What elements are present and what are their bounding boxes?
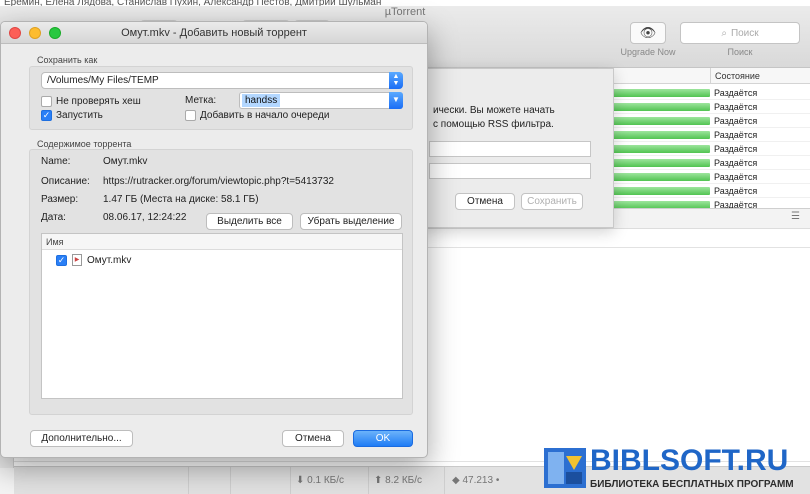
- progress-bar: [610, 117, 710, 125]
- progress-bar: [610, 173, 710, 181]
- ok-button[interactable]: OK: [353, 430, 413, 447]
- name-label: Name:: [41, 156, 71, 167]
- torrent-state: Раздаётся: [714, 116, 758, 126]
- rss-dialog: ически. Вы можете начать с помощью RSS ф…: [420, 68, 614, 228]
- description-value: https://rutracker.org/forum/viewtopic.ph…: [103, 176, 334, 187]
- torrent-state: Раздаётся: [714, 144, 758, 154]
- file-row[interactable]: ✓ ▶ Омут.mkv: [56, 254, 131, 266]
- progress-bar: [610, 145, 710, 153]
- progress-bar: [610, 131, 710, 139]
- torrent-state: Раздаётся: [714, 186, 758, 196]
- watermark-name: BIBLSOFT.RU: [590, 444, 789, 477]
- torrent-state: Раздаётся: [714, 130, 758, 140]
- name-value: Омут.mkv: [103, 156, 148, 167]
- progress-bar: [610, 187, 710, 195]
- progress-bar: [610, 103, 710, 111]
- progress-bar: [610, 89, 710, 97]
- dialog-titlebar: Омут.mkv - Добавить новый торрент: [1, 22, 427, 44]
- column-state[interactable]: Состояние: [710, 68, 760, 84]
- upgrade-button[interactable]: 👁: [630, 22, 666, 44]
- download-speed: ⬇ 0.1 КБ/с: [296, 475, 345, 486]
- file-list: Имя ✓ ▶ Омут.mkv: [41, 233, 403, 399]
- torrent-state: Раздаётся: [714, 88, 758, 98]
- description-label: Описание:: [41, 176, 90, 187]
- label-value: handss: [242, 94, 281, 107]
- size-label: Размер:: [41, 194, 79, 205]
- checkbox-box: [41, 96, 52, 107]
- video-file-icon: ▶: [72, 254, 82, 266]
- divider: [368, 467, 369, 494]
- torrent-state: Раздаётся: [714, 172, 758, 182]
- add-top-queue-checkbox[interactable]: Добавить в начало очереди: [185, 110, 329, 121]
- checkbox-box: [185, 110, 196, 121]
- cancel-button[interactable]: Отмена: [282, 430, 344, 447]
- rss-text-line-1: ически. Вы можете начать: [433, 105, 555, 116]
- rss-input[interactable]: [429, 141, 591, 157]
- no-hash-check-label: Не проверять хеш: [56, 96, 141, 107]
- search-placeholder: Поиск: [730, 27, 759, 39]
- chevron-updown-icon: ▲ ▼: [389, 72, 403, 89]
- biblsoft-logo-icon: [544, 448, 586, 488]
- file-checkbox[interactable]: ✓: [56, 254, 67, 266]
- date-value: 08.06.17, 12:24:22: [103, 212, 187, 223]
- watermark: BIBLSOFT.RU БИБЛИОТЕКА БЕСПЛАТНЫХ ПРОГРА…: [544, 444, 806, 492]
- menu-icon[interactable]: ☰: [791, 211, 800, 222]
- save-path-select[interactable]: /Volumes/My Files/TEMP ▲ ▼: [41, 72, 403, 89]
- torrent-state: Раздаётся: [714, 158, 758, 168]
- rss-text-line-2: с помощью RSS фильтра.: [433, 119, 554, 130]
- upload-speed: ⬆ 8.2 КБ/с: [374, 475, 423, 486]
- rss-input[interactable]: [429, 163, 591, 179]
- label-caption: Метка:: [185, 95, 217, 106]
- add-torrent-dialog: Омут.mkv - Добавить новый торрент Сохран…: [0, 21, 428, 458]
- file-list-header[interactable]: Имя: [42, 234, 402, 250]
- upgrade-group: 👁 Upgrade Now: [612, 22, 684, 57]
- save-as-label: Сохранить как: [37, 55, 98, 65]
- add-top-queue-label: Добавить в начало очереди: [200, 110, 330, 121]
- rss-cancel-button[interactable]: Отмена: [455, 193, 515, 210]
- chevron-down-icon: ▼: [389, 92, 403, 109]
- select-all-button[interactable]: Выделить все: [206, 213, 293, 230]
- start-checkbox[interactable]: ✓ Запустить: [41, 110, 103, 121]
- peer-count: ◆ 47.213 •: [452, 475, 500, 486]
- deselect-button[interactable]: Убрать выделение: [300, 213, 402, 230]
- eye-icon: 👁: [639, 25, 657, 40]
- search-input[interactable]: ⌕ Поиск: [680, 22, 800, 44]
- date-label: Дата:: [41, 212, 66, 223]
- rss-save-button[interactable]: Сохранить: [521, 193, 583, 210]
- start-label: Запустить: [56, 110, 103, 121]
- divider: [188, 467, 189, 494]
- size-value: 1.47 ГБ (Места на диске: 58.1 ГБ): [103, 194, 259, 205]
- divider: [290, 467, 291, 494]
- label-combobox[interactable]: handss ▼: [239, 92, 403, 109]
- dialog-title: Омут.mkv - Добавить новый торрент: [121, 27, 307, 39]
- app-title: µTorrent: [384, 6, 426, 18]
- progress-bar: [610, 159, 710, 167]
- search-icon: ⌕: [721, 27, 727, 39]
- torrent-state: Раздаётся: [714, 102, 758, 112]
- no-hash-check-checkbox[interactable]: Не проверять хеш: [41, 96, 141, 107]
- save-path-value: /Volumes/My Files/TEMP: [47, 75, 159, 86]
- search-group: ⌕ Поиск Поиск: [680, 22, 800, 57]
- watermark-subtitle: БИБЛИОТЕКА БЕСПЛАТНЫХ ПРОГРАММ: [590, 479, 794, 490]
- upgrade-caption: Upgrade Now: [620, 47, 676, 57]
- divider: [230, 467, 231, 494]
- content-label: Содержимое торрента: [37, 139, 132, 149]
- search-caption: Поиск: [727, 47, 753, 57]
- file-name: Омут.mkv: [87, 254, 132, 266]
- checkbox-box: ✓: [41, 110, 52, 121]
- advanced-button[interactable]: Дополнительно...: [30, 430, 133, 447]
- divider: [444, 467, 445, 494]
